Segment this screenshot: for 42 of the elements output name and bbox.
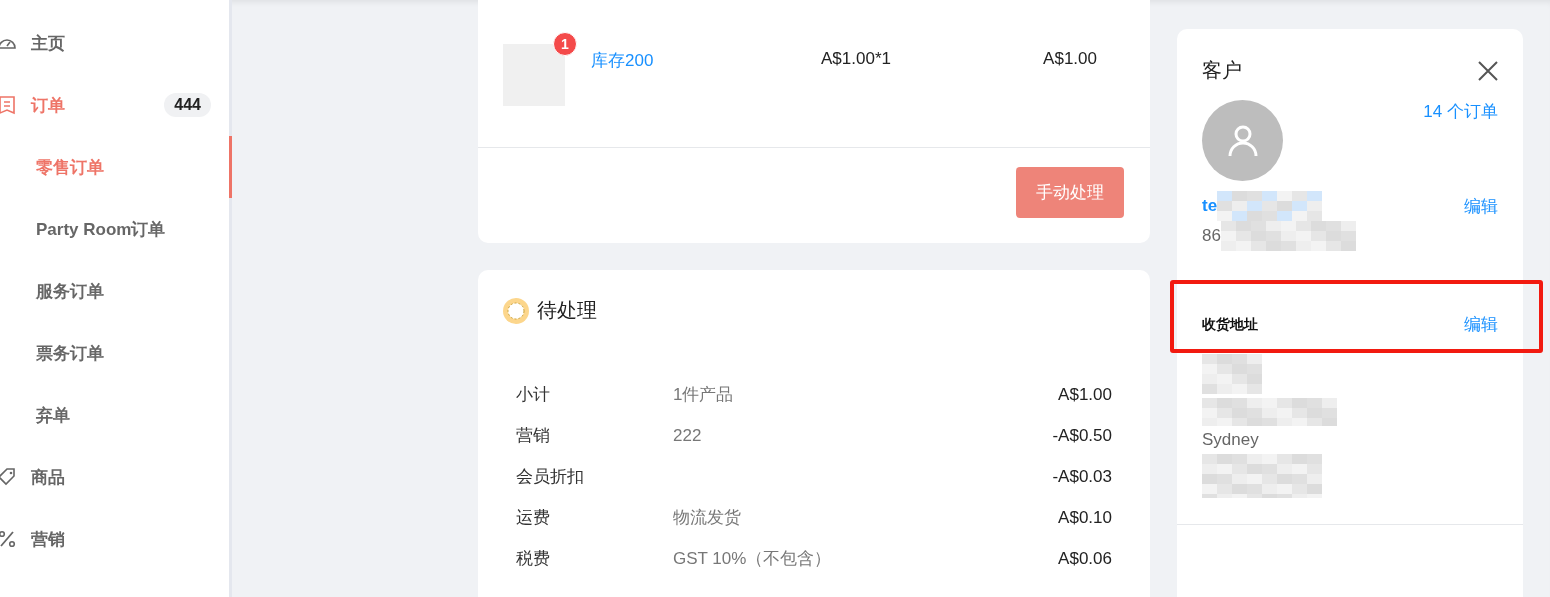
- quantity-badge: 1: [553, 32, 577, 56]
- summary-label: 税费: [516, 548, 551, 570]
- summary-detail: GST 10%（不包含）: [673, 548, 832, 570]
- customer-name[interactable]: te: [1202, 196, 1218, 216]
- sidebar-subitem[interactable]: 弃单: [0, 384, 232, 446]
- pending-status-icon: [503, 297, 529, 324]
- panel-title: 客户: [1202, 58, 1242, 83]
- close-icon[interactable]: [1477, 59, 1499, 82]
- customer-phone: 86: [1202, 226, 1221, 246]
- summary-amount: -A$0.03: [1052, 466, 1112, 487]
- sidebar-subitem[interactable]: 服务订单: [0, 260, 232, 322]
- summary-detail: 物流发货: [673, 507, 741, 529]
- sidebar-item[interactable]: 营销: [0, 508, 229, 570]
- receipt-icon: [0, 95, 17, 115]
- summary-amount: A$0.10: [1058, 507, 1112, 528]
- summary-label: 运费: [516, 507, 551, 529]
- count-badge: 444: [164, 93, 211, 117]
- percent-icon: [0, 529, 17, 549]
- blurred-text-mosaic: [1202, 354, 1262, 394]
- address-city: Sydney: [1202, 430, 1260, 450]
- sidebar-item[interactable]: 商品: [0, 446, 229, 508]
- summary-amount: A$1.00: [1058, 384, 1112, 405]
- summary-detail: 222: [673, 425, 702, 446]
- sidebar-subitem[interactable]: Party Room订单: [0, 198, 232, 260]
- summary-detail: 1件产品: [673, 384, 734, 406]
- product-link[interactable]: 库存200: [591, 49, 771, 72]
- edit-link[interactable]: 编辑: [1464, 194, 1498, 218]
- line-total: A$1.00: [1043, 49, 1097, 69]
- section-title: 收货地址: [1202, 315, 1258, 334]
- summary-label: 小计: [516, 384, 551, 406]
- summary-amount: A$0.06: [1058, 548, 1112, 569]
- edit-link[interactable]: 编辑: [1464, 313, 1498, 336]
- unit-price: A$1.00*1: [821, 49, 892, 69]
- summary-label: 会员折扣: [516, 466, 585, 488]
- summary-label: 营销: [516, 425, 551, 447]
- order-count-link[interactable]: 14 个订单: [1423, 100, 1498, 181]
- tag-icon: [0, 467, 17, 487]
- summary-amount: -A$0.50: [1052, 425, 1112, 446]
- status-title: 待处理: [537, 298, 597, 323]
- sidebar-item[interactable]: 主页: [0, 12, 229, 74]
- sidebar-item[interactable]: 订单 444: [0, 74, 229, 136]
- sidebar-subitem[interactable]: 票务订单: [0, 322, 232, 384]
